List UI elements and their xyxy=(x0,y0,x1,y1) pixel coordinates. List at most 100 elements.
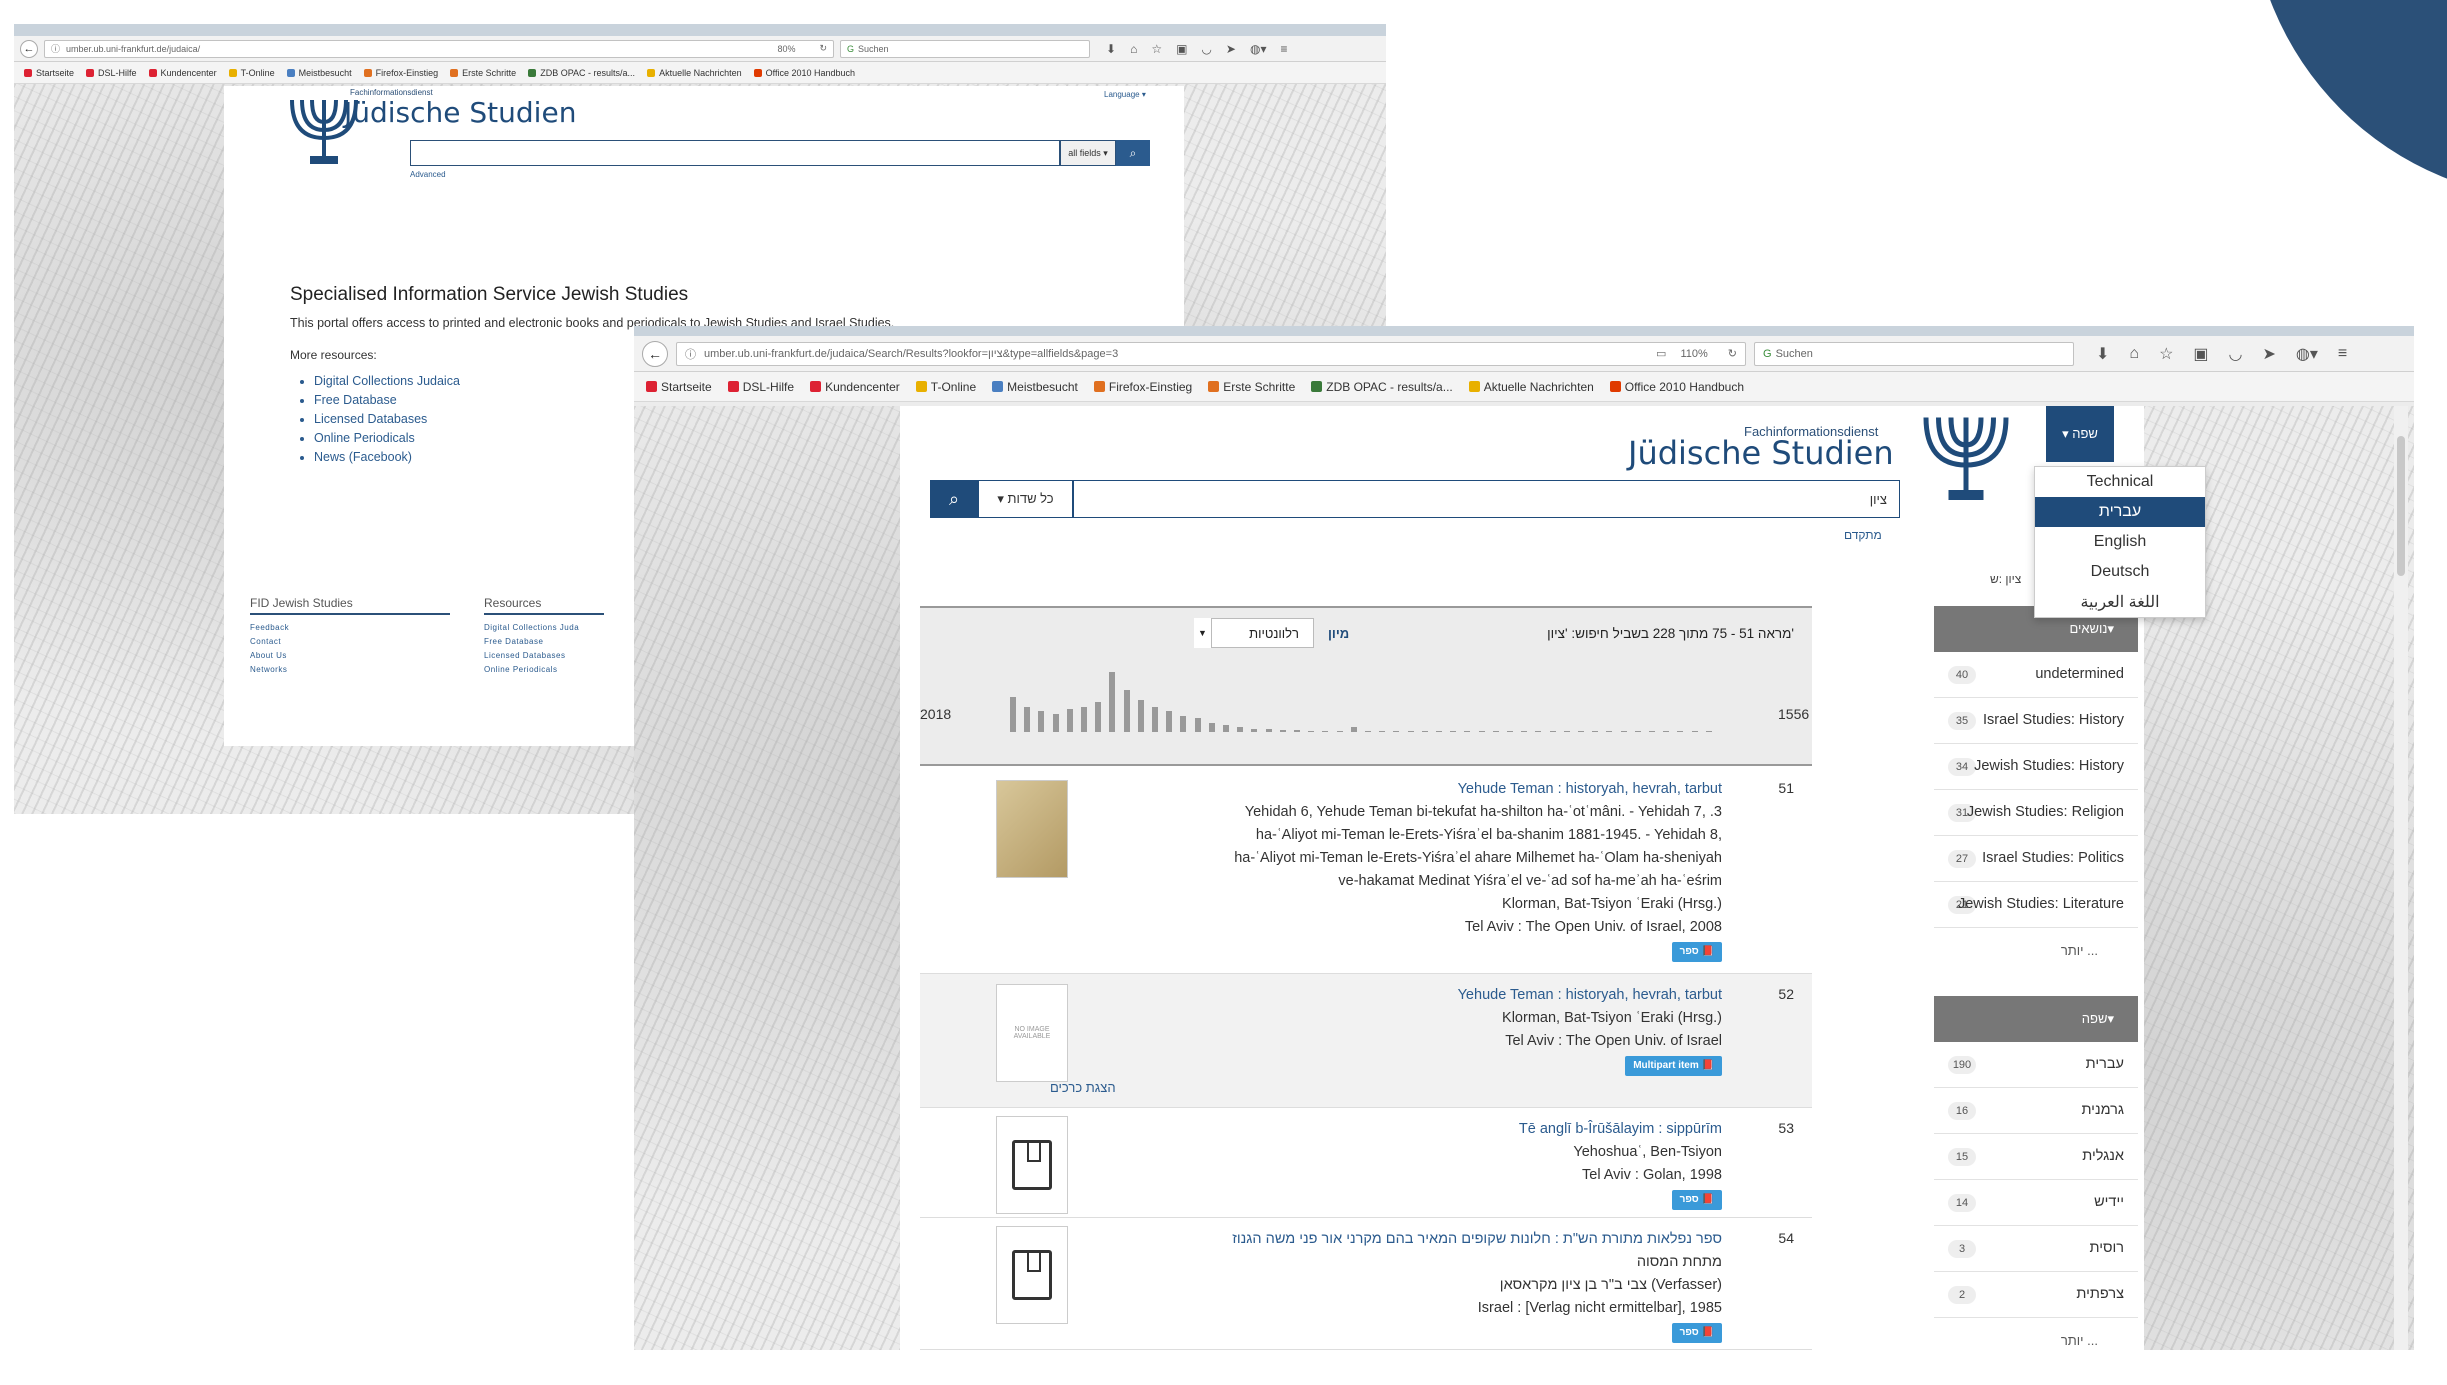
language-button[interactable]: ▾ שפה xyxy=(2046,406,2114,462)
bookmark-item[interactable]: T-Online xyxy=(915,380,976,394)
histogram-bar[interactable] xyxy=(1024,706,1031,732)
sort-select[interactable]: רלוונטיות xyxy=(1194,618,1314,648)
browser-search-field[interactable]: G Suchen xyxy=(840,39,1090,58)
histogram-bar[interactable] xyxy=(1137,699,1144,732)
facet-language-more[interactable]: יותר ... xyxy=(1934,1318,2138,1350)
bookmark-item[interactable]: Meistbesucht xyxy=(992,380,1078,394)
result-thumbnail[interactable]: NO IMAGE AVAILABLE xyxy=(996,984,1068,1082)
result-title[interactable]: ספר נפלאות מתורת הש"ת : חלונות שקופים המ… xyxy=(1232,1228,1722,1251)
bookmark-item[interactable]: ZDB OPAC - results/a... xyxy=(1311,380,1453,394)
language-option[interactable]: Deutsch xyxy=(2035,557,2205,587)
bookmark-item[interactable]: Firefox-Einstieg xyxy=(363,68,438,78)
histogram-bar[interactable] xyxy=(1010,697,1016,732)
footer-link[interactable]: Feedback xyxy=(250,621,450,635)
facet-item[interactable]: 16 גרמנית xyxy=(1934,1088,2138,1134)
search-input[interactable] xyxy=(410,140,1060,166)
facet-item[interactable]: 40 undetermined xyxy=(1934,652,2138,698)
reader-icon[interactable]: ▭ xyxy=(1656,347,1666,360)
resource-link[interactable]: Digital Collections Judaica xyxy=(314,372,460,391)
footer-link[interactable]: Digital Collections Juda xyxy=(484,621,604,635)
facet-item[interactable]: 35 Israel Studies: History xyxy=(1934,698,2138,744)
histogram-bar[interactable] xyxy=(1294,729,1300,732)
histogram-bar[interactable] xyxy=(1052,713,1059,732)
bookmark-item[interactable]: ZDB OPAC - results/a... xyxy=(528,68,635,78)
histogram-bar[interactable] xyxy=(1691,731,1698,732)
histogram-bar[interactable] xyxy=(1166,711,1173,732)
result-thumbnail[interactable] xyxy=(996,780,1068,878)
histogram-bar[interactable] xyxy=(1095,702,1102,732)
resource-link[interactable]: Free Database xyxy=(314,391,460,410)
facet-item[interactable]: 34 Jewish Studies: History xyxy=(1934,744,2138,790)
resource-link[interactable]: Licensed Databases xyxy=(314,410,460,429)
bookmark-star-icon[interactable]: ☆ xyxy=(2159,344,2173,364)
facet-item[interactable]: 14 יידיש xyxy=(1934,1180,2138,1226)
facet-item[interactable]: 3 רוסית xyxy=(1934,1226,2138,1272)
facet-item[interactable]: 31 Jewish Studies: Religion xyxy=(1934,790,2138,836)
bookmark-item[interactable]: Startseite xyxy=(646,380,712,394)
bookmark-item[interactable]: T-Online xyxy=(228,68,275,78)
pocket-icon[interactable]: ◡ xyxy=(1201,42,1211,56)
facet-item[interactable]: 21 Jewish Studies: Literature xyxy=(1934,882,2138,928)
scrollbar-thumb[interactable] xyxy=(2397,436,2405,576)
histogram-bar[interactable] xyxy=(1081,706,1087,732)
language-option[interactable]: اللغة العربية xyxy=(2035,587,2205,617)
clipboard-icon[interactable]: ▣ xyxy=(1176,42,1187,56)
language-option[interactable]: עברית xyxy=(2035,497,2205,527)
bookmark-item[interactable]: DSL-Hilfe xyxy=(727,380,794,394)
footer-link[interactable]: Contact xyxy=(250,635,450,649)
zoom-level[interactable]: 80% xyxy=(777,44,795,54)
facet-topics-more[interactable]: יותר ... xyxy=(1934,928,2138,974)
bookmark-item[interactable]: Erste Schritte xyxy=(450,68,516,78)
search-scope-select[interactable]: all fields ▾ xyxy=(1060,140,1116,166)
result-title[interactable]: Yehude Teman : historyah, hevrah, tarbut xyxy=(1458,984,1722,1007)
globe-icon[interactable]: ◍▾ xyxy=(1250,42,1267,56)
histogram-bar[interactable] xyxy=(1322,730,1329,732)
footer-link[interactable]: Licensed Databases xyxy=(484,649,604,663)
histogram-bar[interactable] xyxy=(1705,731,1712,732)
histogram-bar[interactable] xyxy=(1634,731,1641,732)
footer-link[interactable]: Online Periodicals xyxy=(484,663,604,677)
bookmark-item[interactable]: Kundencenter xyxy=(810,380,900,394)
histogram-bar[interactable] xyxy=(1464,731,1471,732)
facet-language-heading[interactable]: שפה▾ xyxy=(1934,996,2138,1042)
histogram-bar[interactable] xyxy=(1436,731,1442,732)
histogram-bar[interactable] xyxy=(1365,730,1371,732)
globe-icon[interactable]: ◍▾ xyxy=(2296,344,2318,364)
brand-title[interactable]: Jüdische Studien xyxy=(344,96,576,129)
address-field[interactable]: ⓘ umber.ub.uni-frankfurt.de/judaica/ 80%… xyxy=(44,39,834,58)
home-icon[interactable]: ⌂ xyxy=(1130,42,1137,56)
histogram-bar[interactable] xyxy=(1379,731,1386,732)
histogram-bar[interactable] xyxy=(1521,731,1528,732)
resource-link[interactable]: Online Periodicals xyxy=(314,429,460,448)
facet-item[interactable]: 190 עברית xyxy=(1934,1042,2138,1088)
histogram-bar[interactable] xyxy=(1507,731,1513,732)
language-option[interactable]: English xyxy=(2035,527,2205,557)
bookmark-item[interactable]: Office 2010 Handbuch xyxy=(1609,380,1744,394)
histogram-bar[interactable] xyxy=(1350,727,1357,732)
histogram-bar[interactable] xyxy=(1535,731,1542,732)
show-volumes-link[interactable]: הצגת כרכים xyxy=(1050,1080,1116,1095)
brand-title-2[interactable]: Jüdische Studien xyxy=(1628,434,1894,472)
menu-icon[interactable]: ≡ xyxy=(1280,42,1287,56)
histogram-bar[interactable] xyxy=(1563,731,1570,732)
reload-icon[interactable]: ↻ xyxy=(1728,347,1737,360)
footer-link[interactable]: Networks xyxy=(250,663,450,677)
histogram-bar[interactable] xyxy=(1492,731,1499,732)
send-icon[interactable]: ➤ xyxy=(2263,344,2276,364)
facet-item[interactable]: 2 צרפתית xyxy=(1934,1272,2138,1318)
search-button[interactable]: ⌕ xyxy=(930,480,978,518)
download-icon[interactable]: ⬇ xyxy=(2096,344,2109,364)
year-histogram[interactable] xyxy=(1010,668,1720,732)
histogram-bar[interactable] xyxy=(1606,731,1613,732)
histogram-bar[interactable] xyxy=(1251,728,1258,732)
histogram-bar[interactable] xyxy=(1592,731,1599,732)
address-field-2[interactable]: ⓘ umber.ub.uni-frankfurt.de/judaica/Sear… xyxy=(676,341,1746,366)
histogram-bar[interactable] xyxy=(1152,706,1158,732)
browser-search-field-2[interactable]: G Suchen xyxy=(1754,341,2074,366)
bookmark-star-icon[interactable]: ☆ xyxy=(1151,42,1162,56)
bookmark-item[interactable]: Office 2010 Handbuch xyxy=(753,68,855,78)
result-thumbnail[interactable] xyxy=(996,1116,1068,1214)
histogram-bar[interactable] xyxy=(1180,715,1187,732)
histogram-bar[interactable] xyxy=(1620,730,1627,732)
bookmark-item[interactable]: DSL-Hilfe xyxy=(86,68,137,78)
